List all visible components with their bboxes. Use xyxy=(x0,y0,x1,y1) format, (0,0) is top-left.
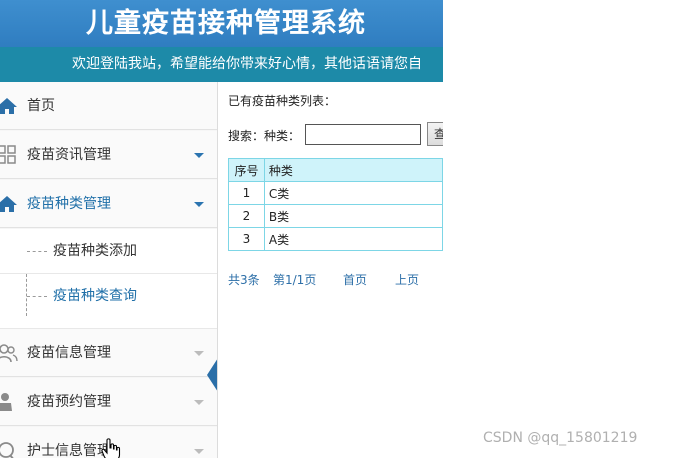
cell-index: 3 xyxy=(228,227,265,251)
sidebar-subitem-query-type[interactable]: 疫苗种类查询 xyxy=(0,274,217,329)
active-item-marker xyxy=(207,358,217,392)
hand-cursor-icon xyxy=(101,438,121,458)
pager-prev-link[interactable]: 上页 xyxy=(395,271,419,288)
chevron-down-icon xyxy=(194,153,204,158)
sidebar-item-label: 疫苗资讯管理 xyxy=(27,147,111,163)
home-icon xyxy=(0,196,17,212)
chevron-down-icon xyxy=(194,449,204,454)
table-row: 1 C类 xyxy=(228,181,443,205)
sidebar-subitem-label: 疫苗种类添加 xyxy=(53,243,137,259)
system-title: 儿童疫苗接种管理系统 xyxy=(0,0,443,47)
cell-type: A类 xyxy=(263,227,443,251)
sidebar-item-home[interactable]: 首页 xyxy=(0,82,217,130)
sidebar-item-vaccine-booking[interactable]: 疫苗预约管理 xyxy=(0,378,217,426)
welcome-banner: 欢迎登陆我站，希望能给你带来好心情，其他话语请您自 xyxy=(0,47,443,82)
search-type-input[interactable] xyxy=(305,124,421,145)
column-header-type: 种类 xyxy=(263,158,443,182)
chevron-down-icon xyxy=(194,202,204,207)
cell-type: C类 xyxy=(263,181,443,205)
column-header-index: 序号 xyxy=(228,158,265,182)
sidebar-subitem-add-type[interactable]: 疫苗种类添加 xyxy=(0,229,217,274)
sidebar-item-label: 首页 xyxy=(27,98,55,114)
browser-content: 儿童疫苗接种管理系统 欢迎登陆我站，希望能给你带来好心情，其他话语请您自 首页 … xyxy=(0,0,443,458)
cell-index: 1 xyxy=(228,181,265,205)
search-label: 搜索：种类： xyxy=(228,129,301,143)
home-icon xyxy=(0,98,17,114)
tree-connector xyxy=(27,251,47,252)
grid-icon xyxy=(0,145,16,164)
table-row: 2 B类 xyxy=(228,204,443,228)
table-row: 3 A类 xyxy=(228,227,443,251)
sidebar-item-vaccine-types[interactable]: 疫苗种类管理 xyxy=(0,180,217,228)
chat-icon xyxy=(0,442,14,458)
list-title: 已有疫苗种类列表： xyxy=(228,94,337,108)
watermark: CSDN @qq_15801219 xyxy=(483,430,638,446)
vaccine-type-table: 序号 种类 1 C类 2 B类 3 A类 xyxy=(228,158,443,251)
sidebar-item-label: 疫苗预约管理 xyxy=(27,394,111,410)
table-header-row: 序号 种类 xyxy=(228,158,443,182)
main-content: 已有疫苗种类列表： 搜索：种类： 查 序号 种类 1 C类 2 B类 3 A类 … xyxy=(218,82,443,458)
pager-total: 共3条 xyxy=(228,273,260,287)
app-root: 儿童疫苗接种管理系统 欢迎登陆我站，希望能给你带来好心情，其他话语请您自 首页 … xyxy=(0,0,688,458)
user-icon xyxy=(0,393,12,411)
cell-type: B类 xyxy=(263,204,443,228)
pager-first-link[interactable]: 首页 xyxy=(343,271,367,288)
sidebar-item-vaccine-info[interactable]: 疫苗信息管理 xyxy=(0,329,217,377)
cell-index: 2 xyxy=(228,204,265,228)
chevron-down-icon xyxy=(194,400,204,405)
chevron-down-icon xyxy=(194,351,204,356)
sidebar-item-label: 护士信息管理 xyxy=(27,443,111,458)
sidebar: 首页 疫苗资讯管理 疫苗种类管理 疫苗种类添加 疫苗种类查询 疫苗信息管理 疫苗… xyxy=(0,82,218,458)
sidebar-item-vaccine-news[interactable]: 疫苗资讯管理 xyxy=(0,131,217,179)
tree-connector xyxy=(26,274,27,316)
search-button[interactable]: 查 xyxy=(427,122,443,146)
sidebar-item-label: 疫苗种类管理 xyxy=(27,196,111,212)
pager-page: 第1/1页 xyxy=(273,273,317,287)
sidebar-subitem-label: 疫苗种类查询 xyxy=(53,288,137,304)
users-icon xyxy=(0,344,18,363)
sidebar-item-label: 疫苗信息管理 xyxy=(27,345,111,361)
tree-connector xyxy=(27,296,47,297)
